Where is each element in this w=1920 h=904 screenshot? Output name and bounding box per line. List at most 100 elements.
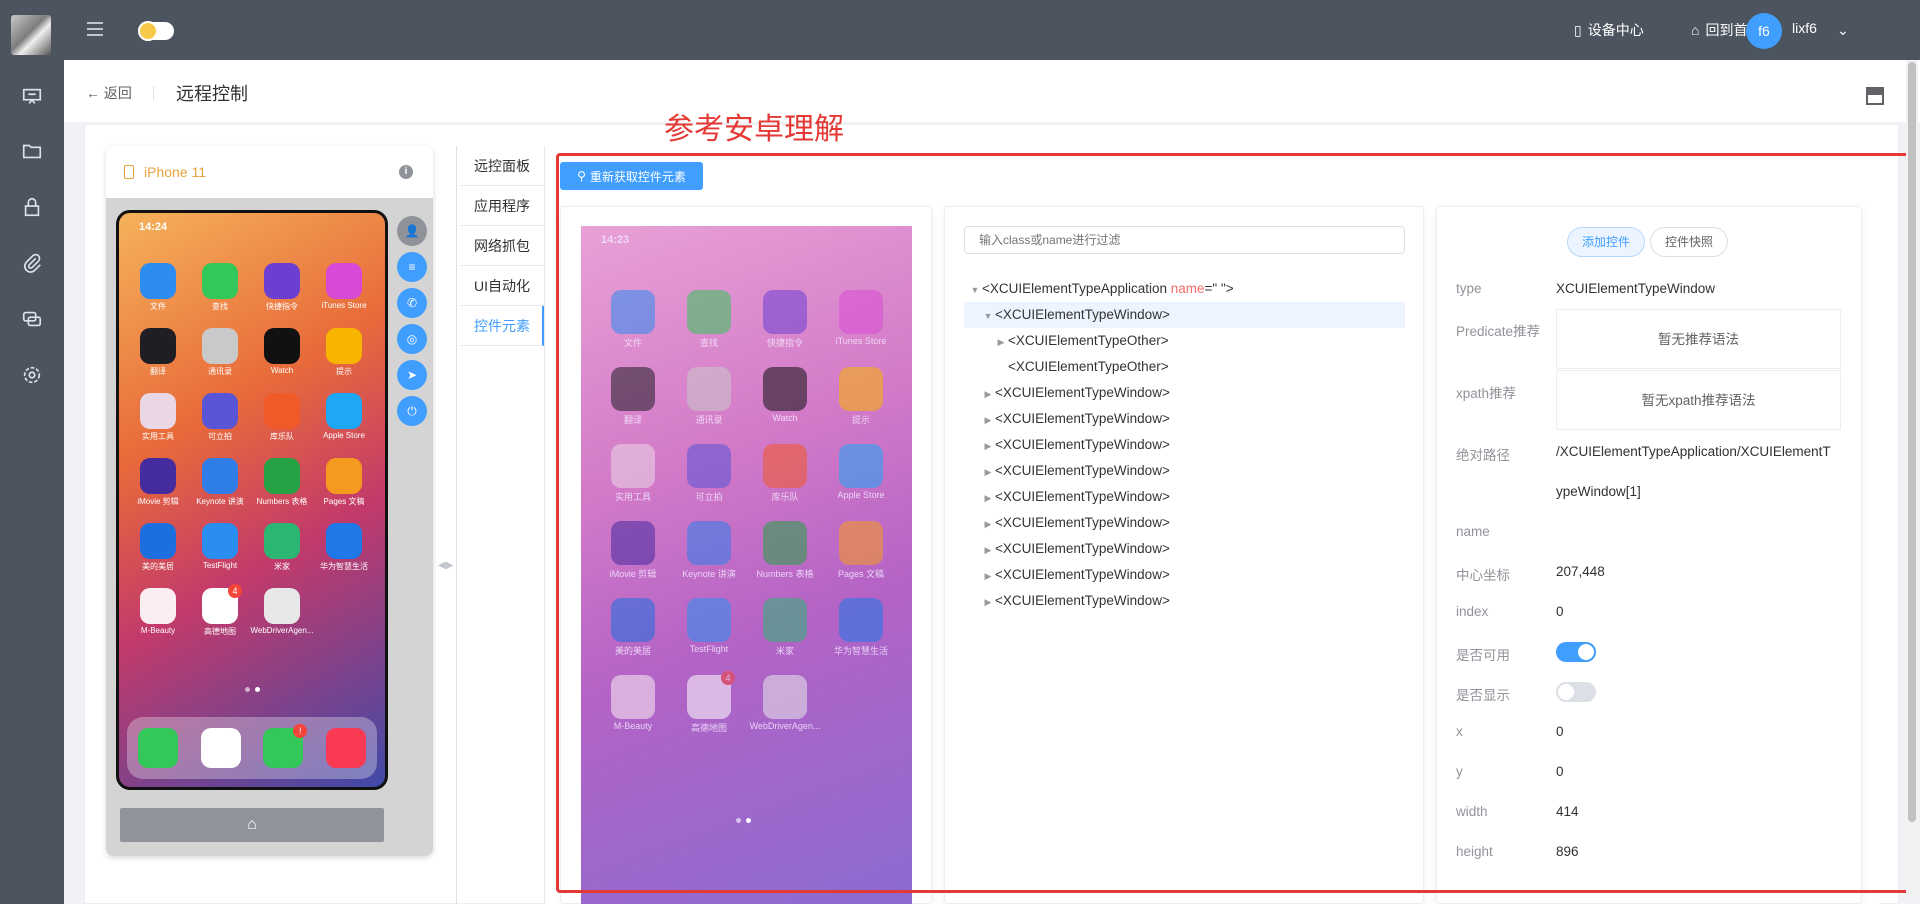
caret-right-icon[interactable]: ▶ xyxy=(981,433,995,459)
tab-2[interactable]: 网络抓包 xyxy=(460,226,544,266)
app-icon-tile[interactable]: Watch xyxy=(251,328,313,377)
control-snapshot-button[interactable]: 控件快照 xyxy=(1650,227,1729,257)
app-icon-tile[interactable]: 库乐队 xyxy=(747,444,823,503)
app-icon-tile[interactable]: Keynote 讲演 xyxy=(671,521,747,580)
app-icon-tile[interactable]: Apple Store xyxy=(823,444,899,503)
app-icon-tile[interactable]: iTunes Store xyxy=(313,263,375,312)
app-logo[interactable] xyxy=(11,15,51,55)
app-icon-tile[interactable]: 快捷指令 xyxy=(251,263,313,312)
avatar[interactable]: f6 xyxy=(1746,13,1782,49)
caret-down-icon[interactable]: ▼ xyxy=(981,303,995,329)
app-icon-tile[interactable]: 4 高德地图 xyxy=(671,671,747,734)
visible-switch[interactable] xyxy=(1556,682,1596,702)
app-icon-tile[interactable]: M-Beauty xyxy=(127,588,189,637)
caret-right-icon[interactable]: ▶ xyxy=(981,485,995,511)
app-icon-tile[interactable]: 米家 xyxy=(747,598,823,657)
chat-icon[interactable] xyxy=(21,308,43,330)
caret-down-icon[interactable]: ▼ xyxy=(968,277,982,303)
app-icon-tile[interactable]: iMovie 剪辑 xyxy=(127,458,189,507)
caret-right-icon[interactable]: ▶ xyxy=(981,381,995,407)
caret-right-icon[interactable]: ▶ xyxy=(994,329,1008,355)
app-icon-tile[interactable]: TestFlight xyxy=(671,598,747,657)
info-icon[interactable]: i xyxy=(399,165,413,179)
app-icon-tile[interactable]: 查找 xyxy=(189,263,251,312)
folder-icon[interactable] xyxy=(21,140,43,162)
sliders-icon[interactable]: ≡ xyxy=(397,252,427,282)
app-icon-tile[interactable]: iTunes Store xyxy=(823,290,899,349)
app-icon-tile[interactable]: WebDriverAgen... xyxy=(251,588,314,637)
app-icon-tile[interactable]: 查找 xyxy=(671,290,747,349)
app-icon-tile[interactable]: 米家 xyxy=(251,523,313,572)
app-icon-tile[interactable]: 可立拍 xyxy=(671,444,747,503)
theme-toggle[interactable] xyxy=(138,21,174,41)
device-center-link[interactable]: ▯ 设备中心 xyxy=(1574,20,1644,40)
layout-toggle-icon[interactable] xyxy=(1866,87,1884,105)
app-icon-tile[interactable]: 4 高德地图 xyxy=(189,584,251,637)
tree-node[interactable]: ▼ <XCUIElementTypeWindow> xyxy=(964,302,1405,328)
app-icon-tile[interactable]: 通讯录 xyxy=(189,328,251,377)
app-icon-tile[interactable]: 翻译 xyxy=(127,328,189,377)
app-icon-tile[interactable]: Watch xyxy=(747,367,823,426)
app-icon-tile[interactable]: 翻译 xyxy=(595,367,671,426)
menu-toggle-icon[interactable] xyxy=(86,20,104,38)
tree-node[interactable]: ▶ <XCUIElementTypeWindow> xyxy=(964,510,1405,536)
app-icon-tile[interactable]: 快捷指令 xyxy=(747,290,823,349)
tree-node[interactable]: ▶ <XCUIElementTypeWindow> xyxy=(964,380,1405,406)
enabled-switch[interactable] xyxy=(1556,642,1596,662)
tree-node[interactable]: ▶ <XCUIElementTypeWindow> xyxy=(964,458,1405,484)
app-icon-tile[interactable]: M-Beauty xyxy=(595,675,671,734)
caret-right-icon[interactable]: ▶ xyxy=(981,511,995,537)
tab-4[interactable]: 控件元素 xyxy=(460,306,544,346)
dock-app-icon[interactable] xyxy=(325,728,366,768)
app-icon-tile[interactable]: Keynote 讲演 xyxy=(189,458,251,507)
app-icon-tile[interactable]: Pages 文稿 xyxy=(313,458,375,507)
tree-node[interactable]: ▶ <XCUIElementTypeWindow> xyxy=(964,536,1405,562)
paperclip-icon[interactable] xyxy=(21,252,43,274)
app-icon-tile[interactable]: Numbers 表格 xyxy=(251,458,313,507)
add-control-button[interactable]: 添加控件 xyxy=(1567,227,1646,257)
app-icon-tile[interactable]: iMovie 剪辑 xyxy=(595,521,671,580)
app-icon-tile[interactable]: TestFlight xyxy=(189,523,251,572)
tree-node[interactable]: ▶ <XCUIElementTypeWindow> xyxy=(964,562,1405,588)
username[interactable]: lixf6 xyxy=(1792,20,1817,36)
app-icon-tile[interactable]: WebDriverAgen... xyxy=(747,675,823,734)
tree-node[interactable]: ▶ <XCUIElementTypeWindow> xyxy=(964,484,1405,510)
app-icon-tile[interactable]: 通讯录 xyxy=(671,367,747,426)
dock-app-icon[interactable] xyxy=(138,728,179,768)
scrollbar-thumb[interactable] xyxy=(1908,62,1916,822)
power-icon[interactable]: ⏻ xyxy=(397,396,427,426)
refresh-elements-button[interactable]: ⚲ 重新获取控件元素 xyxy=(560,162,703,190)
camera-icon[interactable]: ◎ xyxy=(397,324,427,354)
app-icon-tile[interactable]: Numbers 表格 xyxy=(747,521,823,580)
tab-1[interactable]: 应用程序 xyxy=(460,186,544,226)
dock-app-icon[interactable] xyxy=(200,728,241,768)
tree-node[interactable]: ▼ <XCUIElementTypeApplication name=" "> xyxy=(964,276,1405,302)
lock-icon[interactable] xyxy=(21,196,43,218)
app-icon-tile[interactable]: 华为智慧生活 xyxy=(313,523,375,572)
app-icon-tile[interactable]: 实用工具 xyxy=(595,444,671,503)
app-icon-tile[interactable]: 美的美居 xyxy=(595,598,671,657)
resize-handle[interactable]: ◀▶ xyxy=(438,560,456,571)
settings-icon[interactable] xyxy=(21,364,43,386)
tree-node[interactable]: <XCUIElementTypeOther> xyxy=(964,354,1405,380)
app-icon-tile[interactable]: 实用工具 xyxy=(127,393,189,442)
tree-node[interactable]: ▶ <XCUIElementTypeWindow> xyxy=(964,432,1405,458)
tree-node[interactable]: ▶ <XCUIElementTypeWindow> xyxy=(964,588,1405,614)
app-icon-tile[interactable]: 文件 xyxy=(595,290,671,349)
caret-right-icon[interactable]: ▶ xyxy=(981,537,995,563)
home-button[interactable]: ⌂ xyxy=(120,808,384,842)
tree-node[interactable]: ▶ <XCUIElementTypeWindow> xyxy=(964,406,1405,432)
tree-node[interactable]: ▶ <XCUIElementTypeOther> xyxy=(964,328,1405,354)
caret-right-icon[interactable]: ▶ xyxy=(981,459,995,485)
app-icon-tile[interactable]: 库乐队 xyxy=(251,393,313,442)
app-icon-tile[interactable]: 美的美居 xyxy=(127,523,189,572)
dock-app-icon[interactable]: ! xyxy=(263,724,308,768)
app-icon-tile[interactable]: Pages 文稿 xyxy=(823,521,899,580)
app-icon-tile[interactable]: 华为智慧生活 xyxy=(823,598,899,657)
tab-3[interactable]: UI自动化 xyxy=(460,266,544,306)
caret-right-icon[interactable]: ▶ xyxy=(981,589,995,615)
tab-0[interactable]: 远控面板 xyxy=(460,146,544,186)
user-icon[interactable]: 👤 xyxy=(397,216,427,246)
presentation-icon[interactable] xyxy=(21,86,43,108)
send-icon[interactable]: ➤ xyxy=(397,360,427,390)
